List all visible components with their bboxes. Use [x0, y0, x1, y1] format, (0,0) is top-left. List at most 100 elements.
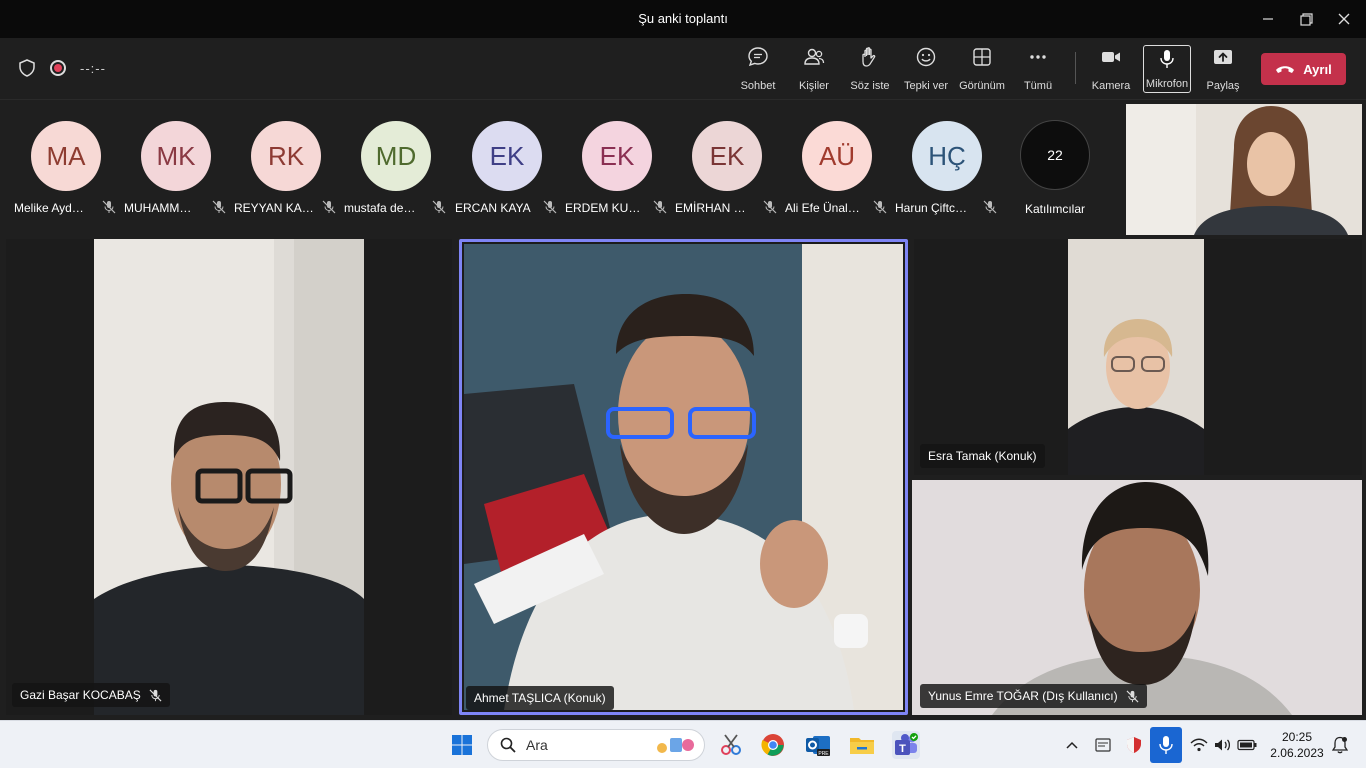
title-bar: Şu anki toplantı [0, 0, 1366, 38]
avatar: AÜ [802, 121, 872, 191]
volume-icon[interactable] [1213, 735, 1233, 755]
participant-video [912, 480, 1362, 715]
avatar: HÇ [912, 121, 982, 191]
participant-video [464, 244, 903, 710]
battery-icon[interactable] [1237, 735, 1257, 755]
leave-button[interactable]: Ayrıl [1261, 53, 1346, 85]
mic-off-icon [543, 200, 557, 214]
outlook-icon[interactable]: PRE [804, 731, 832, 759]
chrome-icon[interactable] [759, 731, 787, 759]
video-participant-name: Ahmet TAŞLICA (Konuk) [474, 691, 606, 705]
raise-hand-icon [862, 47, 876, 67]
video-name-label: Ahmet TAŞLICA (Konuk) [466, 686, 614, 710]
mic-off-icon [1126, 690, 1139, 702]
participants-count[interactable]: 22 [1020, 120, 1090, 190]
avatar: MA [31, 121, 101, 191]
search-highlight-icon [657, 738, 694, 753]
notification-bell-icon[interactable] [1330, 735, 1350, 755]
share-button[interactable]: Paylaş [1205, 46, 1241, 92]
participant-item[interactable]: EK EMİRHAN … [675, 121, 779, 221]
people-icon [804, 48, 825, 65]
participant-item[interactable]: EK ERDEM KU… [565, 121, 669, 221]
self-video-image [1126, 104, 1362, 235]
avatar: RK [251, 121, 321, 191]
participant-item[interactable]: MD mustafa de… [344, 121, 448, 221]
participant-item[interactable]: EK ERCAN KAYA [455, 121, 559, 221]
security-shield-icon[interactable] [1124, 735, 1144, 755]
raise-hand-button[interactable]: Söz iste [850, 46, 890, 92]
tray-app-icon[interactable] [1093, 735, 1113, 755]
avatar: EK [582, 121, 652, 191]
view-button[interactable]: Görünüm [958, 46, 1006, 92]
participant-item[interactable]: RK REYYAN KA… [234, 121, 338, 221]
participant-name: ERCAN KAYA [455, 201, 531, 215]
participant-item[interactable]: MK MUHAMM… [124, 121, 228, 221]
camera-button[interactable]: Kamera [1090, 46, 1132, 92]
mic-off-icon [763, 200, 777, 214]
mic-off-icon [212, 200, 226, 214]
chevron-up-icon[interactable] [1062, 735, 1082, 755]
video-participant-name: Gazi Başar KOCABAŞ [20, 688, 141, 702]
video-participant-name: Esra Tamak (Konuk) [928, 449, 1037, 463]
participant-name: ERDEM KU… [565, 201, 641, 215]
wifi-icon[interactable] [1189, 735, 1209, 755]
mic-off-icon [983, 200, 997, 214]
participant-item[interactable]: AÜ Ali Efe Ünal… [785, 121, 889, 221]
recording-icon [50, 60, 66, 76]
mic-off-icon [322, 200, 336, 214]
more-button[interactable]: Tümü [1022, 46, 1054, 92]
minimize-icon[interactable] [1256, 8, 1280, 30]
participant-name: REYYAN KA… [234, 201, 314, 215]
self-video-preview[interactable] [1126, 104, 1362, 235]
grid-view-icon [973, 48, 991, 66]
clock-time: 20:25 [1281, 730, 1313, 744]
video-name-label: Yunus Emre TOĞAR (Dış Kullanıcı) [920, 684, 1147, 708]
participant-name: Melike Ayd… [14, 201, 84, 215]
meeting-timer: --:-- [80, 60, 106, 76]
chat-icon [748, 47, 768, 67]
search-icon [500, 737, 516, 753]
react-button[interactable]: Tepki ver [904, 46, 948, 92]
video-participant-name: Yunus Emre TOĞAR (Dış Kullanıcı) [928, 689, 1118, 703]
video-tile[interactable]: Gazi Başar KOCABAŞ [6, 239, 452, 715]
meeting-status: --:-- [18, 59, 106, 77]
avatar: EK [472, 121, 542, 191]
taskbar-clock[interactable]: 20:25 2.06.2023 [1266, 729, 1328, 761]
mic-off-icon [873, 200, 887, 214]
toolbar-divider [1075, 52, 1076, 84]
mic-off-icon [149, 689, 162, 701]
chat-button[interactable]: Sohbet [739, 46, 777, 92]
file-explorer-icon[interactable] [848, 731, 876, 759]
participants-count-label: Katılımcılar [1024, 202, 1085, 216]
mic-off-icon [102, 200, 116, 214]
video-tile[interactable]: Yunus Emre TOĞAR (Dış Kullanıcı) [912, 480, 1362, 715]
video-tile[interactable]: Esra Tamak (Konuk) [914, 239, 1362, 475]
participant-name: Ali Efe Ünal… [785, 201, 860, 215]
video-name-label: Esra Tamak (Konuk) [920, 444, 1045, 468]
clock-date: 2.06.2023 [1270, 746, 1324, 760]
snipping-tool-icon[interactable] [717, 731, 745, 759]
microphone-button[interactable]: Mikrofon [1143, 45, 1191, 93]
windows-start-icon[interactable] [448, 731, 476, 759]
people-button[interactable]: Kişiler [797, 46, 831, 92]
participant-name: EMİRHAN … [675, 201, 746, 215]
more-icon [1030, 55, 1046, 59]
share-icon [1214, 50, 1232, 64]
avatar: EK [692, 121, 762, 191]
svg-text:T: T [899, 743, 906, 755]
participant-item[interactable]: MA Melike Ayd… [14, 121, 118, 221]
shield-icon[interactable] [18, 59, 36, 77]
participant-name: MUHAMM… [124, 201, 192, 215]
hang-up-icon [1276, 66, 1295, 73]
taskbar-search[interactable]: Ara [487, 729, 705, 761]
meeting-toolbar: --:-- Sohbet Kişiler Söz iste Tepki ver … [0, 38, 1366, 100]
restore-icon[interactable] [1294, 8, 1318, 30]
microphone-icon [1160, 50, 1174, 68]
close-icon[interactable] [1332, 8, 1356, 30]
video-tile-active-speaker[interactable]: Ahmet TAŞLICA (Konuk) [459, 239, 908, 715]
participant-video [1068, 239, 1204, 475]
participant-item[interactable]: HÇ Harun Çiftc… [895, 121, 999, 221]
os-taskbar: Ara PRE T 20:25 2.06.2023 [0, 720, 1366, 768]
teams-icon[interactable]: T [892, 731, 920, 759]
microphone-active-icon[interactable] [1150, 727, 1182, 763]
